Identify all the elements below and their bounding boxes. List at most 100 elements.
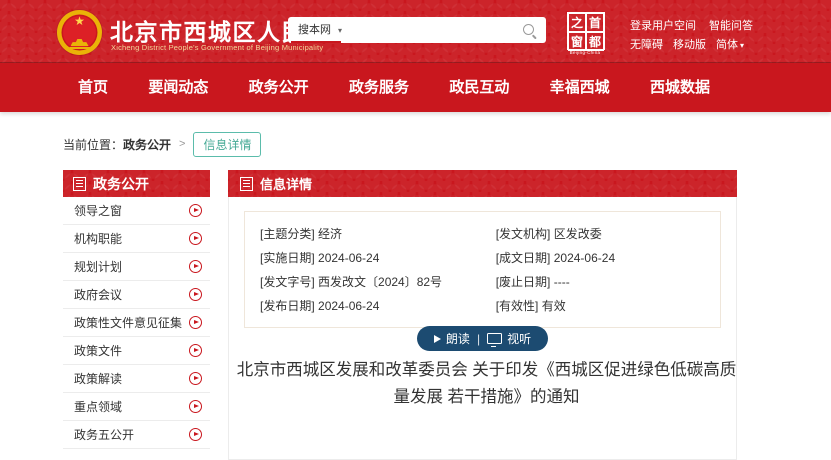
capital-logo-caption: Beijing-China bbox=[565, 50, 605, 55]
meta-implementation-date: [实施日期] 2024-06-24 bbox=[260, 249, 496, 266]
language-select[interactable]: 简体▾ bbox=[716, 36, 744, 52]
meta-written-date: [成文日期] 2024-06-24 bbox=[496, 249, 714, 266]
accessibility-link[interactable]: 无障碍 bbox=[630, 36, 663, 52]
sidebar-item-label: 重点领域 bbox=[74, 398, 122, 415]
circle-arrow-icon bbox=[189, 344, 202, 357]
meta-label: [实施日期] bbox=[260, 251, 315, 265]
nav-item-news[interactable]: 要闻动态 bbox=[148, 63, 208, 112]
sidebar-item-five-open[interactable]: 政务五公开 bbox=[63, 421, 210, 449]
sidebar-item-label: 机构职能 bbox=[74, 230, 122, 247]
sidebar-item-label: 政府会议 bbox=[74, 286, 122, 303]
sidebar-item-policy-feedback[interactable]: 政策性文件意见征集 bbox=[63, 309, 210, 337]
meta-abolition-date: [废止日期] ---- bbox=[496, 273, 714, 290]
sidebar-item-meetings[interactable]: 政府会议 bbox=[63, 281, 210, 309]
article-title: 北京市西城区发展和改革委员会 关于印发《西城区促进绿色低碳高质量发展 若干措施》… bbox=[232, 357, 741, 410]
document-icon bbox=[240, 177, 253, 191]
circle-arrow-icon bbox=[189, 428, 202, 441]
site-subtitle: Xicheng District People's Government of … bbox=[111, 43, 323, 52]
meta-value: 2024-06-24 bbox=[318, 299, 379, 313]
breadcrumb: 当前位置： 政务公开 > 信息详情 bbox=[63, 132, 261, 156]
meta-value: 区发改委 bbox=[554, 227, 602, 241]
mobile-version-link[interactable]: 移动版 bbox=[673, 36, 706, 52]
breadcrumb-separator: > bbox=[179, 138, 185, 150]
sidebar-item-functions[interactable]: 机构职能 bbox=[63, 225, 210, 253]
emblem-star-icon: ★ bbox=[74, 15, 85, 27]
sidebar-item-plans[interactable]: 规划计划 bbox=[63, 253, 210, 281]
monitor-icon bbox=[487, 333, 502, 344]
meta-value: 西发改文〔2024〕82号 bbox=[318, 275, 442, 289]
sidebar-item-label: 规划计划 bbox=[74, 258, 122, 275]
smart-qa-link[interactable]: 智能问答 bbox=[709, 17, 753, 33]
document-icon bbox=[73, 177, 86, 191]
sidebar-title: 政务公开 bbox=[93, 174, 149, 194]
document-metadata: [主题分类] 经济 [发文机构] 区发改委 [实施日期] 2024-06-24 … bbox=[244, 211, 721, 328]
nav-item-happy-xicheng[interactable]: 幸福西城 bbox=[550, 63, 610, 112]
sidebar-item-leaders[interactable]: 领导之窗 bbox=[63, 197, 210, 225]
chevron-down-icon: ▾ bbox=[740, 41, 744, 50]
sidebar-header: 政务公开 bbox=[63, 170, 210, 197]
nav-item-home[interactable]: 首页 bbox=[78, 63, 108, 112]
sidebar-item-label: 领导之窗 bbox=[74, 202, 122, 219]
meta-value: ---- bbox=[554, 275, 570, 289]
meta-label: [发文机构] bbox=[496, 227, 551, 241]
meta-label: [有效性] bbox=[496, 299, 539, 313]
circle-arrow-icon bbox=[189, 288, 202, 301]
circle-arrow-icon bbox=[189, 260, 202, 273]
circle-arrow-icon bbox=[189, 372, 202, 385]
nav-item-xicheng-data[interactable]: 西城数据 bbox=[650, 63, 710, 112]
meta-value: 有效 bbox=[542, 299, 566, 313]
meta-label: [发文字号] bbox=[260, 275, 315, 289]
circle-arrow-icon bbox=[189, 232, 202, 245]
meta-issuing-agency: [发文机构] 区发改委 bbox=[496, 225, 714, 242]
circle-arrow-icon bbox=[189, 204, 202, 217]
capital-window-logo[interactable]: 之 首 窗 都 bbox=[567, 12, 605, 50]
meta-publish-date: [发布日期] 2024-06-24 bbox=[260, 297, 496, 314]
search-input[interactable] bbox=[352, 19, 506, 41]
breadcrumb-parent-link[interactable]: 政务公开 bbox=[123, 136, 171, 153]
sidebar-item-label: 政策解读 bbox=[74, 370, 122, 387]
meta-label: [主题分类] bbox=[260, 227, 315, 241]
breadcrumb-label: 当前位置： bbox=[63, 136, 123, 153]
main-navigation: 首页 要闻动态 政务公开 政务服务 政民互动 幸福西城 西城数据 bbox=[0, 63, 831, 112]
login-user-space-link[interactable]: 登录用户空间 bbox=[630, 17, 696, 33]
language-label: 简体 bbox=[716, 39, 738, 51]
search-icon[interactable] bbox=[523, 24, 534, 35]
button-separator: | bbox=[477, 332, 480, 346]
nav-item-interaction[interactable]: 政民互动 bbox=[449, 63, 509, 112]
circle-arrow-icon bbox=[189, 316, 202, 329]
meta-label: [成文日期] bbox=[496, 251, 551, 265]
sidebar: 政务公开 领导之窗 机构职能 规划计划 政府会议 政策性文件意见征集 政策文件 … bbox=[63, 170, 210, 449]
read-aloud-label: 朗读 bbox=[446, 330, 470, 347]
national-emblem-logo: ★ bbox=[57, 10, 102, 55]
meta-value: 经济 bbox=[318, 227, 342, 241]
read-aloud-video-button[interactable]: 朗读 | 视听 bbox=[417, 326, 548, 351]
meta-label: [发布日期] bbox=[260, 299, 315, 313]
meta-value: 2024-06-24 bbox=[554, 251, 615, 265]
play-icon bbox=[434, 335, 441, 343]
meta-doc-number: [发文字号] 西发改文〔2024〕82号 bbox=[260, 273, 496, 290]
meta-label: [废止日期] bbox=[496, 275, 551, 289]
sidebar-item-policy-interpretation[interactable]: 政策解读 bbox=[63, 365, 210, 393]
meta-value: 2024-06-24 bbox=[318, 251, 379, 265]
capital-logo-char: 首 bbox=[586, 13, 604, 32]
nav-item-gov-services[interactable]: 政务服务 bbox=[349, 63, 409, 112]
search-scope-select[interactable]: 搜本网 bbox=[298, 17, 331, 43]
search-bar[interactable]: 搜本网 ▾ bbox=[288, 17, 546, 43]
site-header: ★ 北京市西城区人民政府 Xicheng District People's G… bbox=[0, 0, 831, 63]
sidebar-item-label: 政策性文件意见征集 bbox=[74, 314, 182, 331]
sidebar-item-policy-docs[interactable]: 政策文件 bbox=[63, 337, 210, 365]
breadcrumb-current-badge[interactable]: 信息详情 bbox=[193, 132, 261, 157]
sidebar-item-label: 政务五公开 bbox=[74, 426, 134, 443]
panel-header: 信息详情 bbox=[228, 170, 737, 197]
panel-title: 信息详情 bbox=[260, 174, 312, 193]
audio-visual-actions: 朗读 | 视听 bbox=[228, 326, 737, 351]
emblem-gate-icon bbox=[71, 39, 89, 46]
sidebar-item-key-areas[interactable]: 重点领域 bbox=[63, 393, 210, 421]
detail-panel: 信息详情 [主题分类] 经济 [发文机构] 区发改委 [实施日期] 2024-0… bbox=[228, 170, 737, 460]
sidebar-item-label: 政策文件 bbox=[74, 342, 122, 359]
nav-item-gov-open[interactable]: 政务公开 bbox=[249, 63, 309, 112]
capital-logo-char: 窗 bbox=[568, 32, 586, 51]
circle-arrow-icon bbox=[189, 400, 202, 413]
emblem-base-icon bbox=[69, 47, 91, 49]
meta-topic: [主题分类] 经济 bbox=[260, 225, 496, 242]
